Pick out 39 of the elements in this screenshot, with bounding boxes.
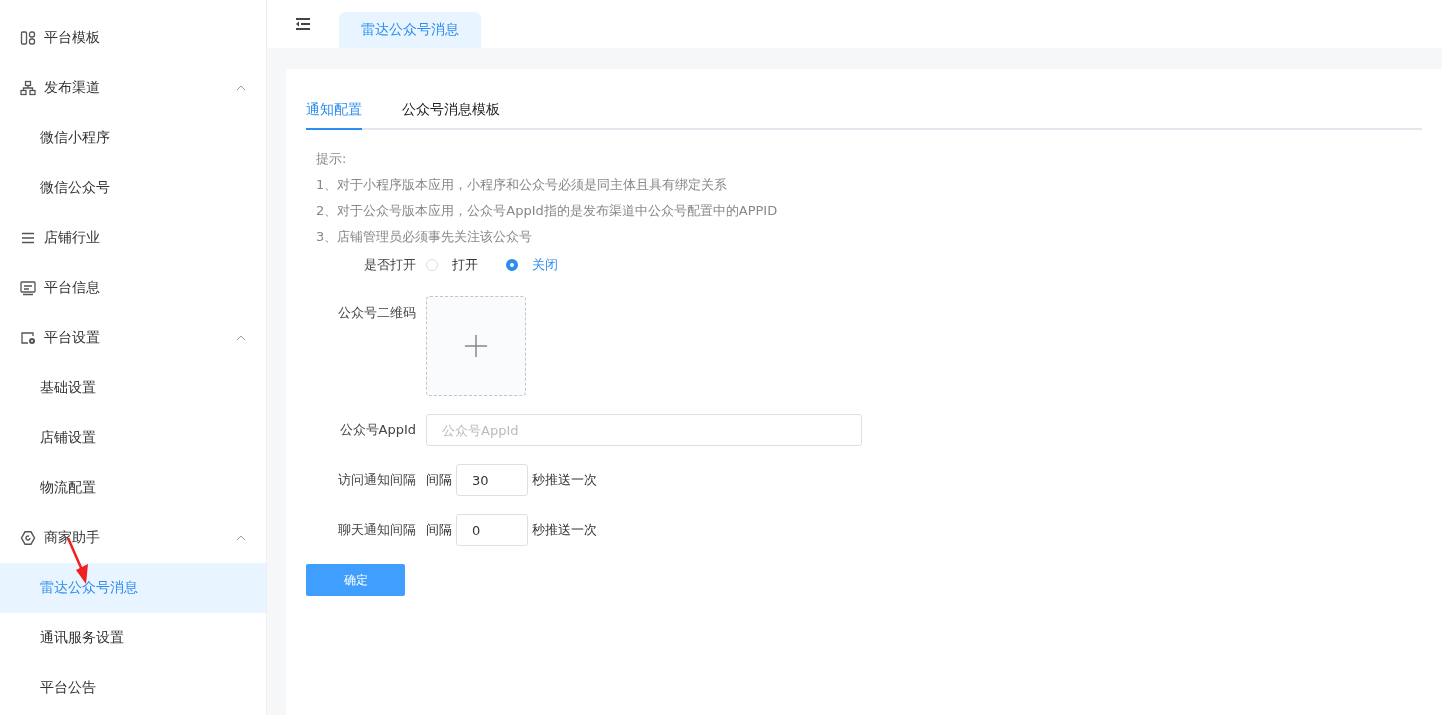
hexagon-icon xyxy=(20,530,36,546)
settings-icon xyxy=(20,330,36,346)
prefix-text: 间隔 xyxy=(426,521,452,539)
prefix-text: 间隔 xyxy=(426,471,452,489)
suffix-text: 秒推送一次 xyxy=(532,471,597,489)
input-field[interactable]: 公众号AppId xyxy=(426,414,862,446)
field-label: 是否打开 xyxy=(363,256,417,274)
tip-text: 3、店铺管理员必须事先关注该公众号 xyxy=(316,228,534,246)
monitor-icon xyxy=(20,280,36,296)
list-icon xyxy=(20,230,36,246)
sidebar-item[interactable]: 平台模板 xyxy=(0,13,266,63)
sidebar-item[interactable]: 店铺设置 xyxy=(0,413,266,463)
input-field[interactable]: 30 xyxy=(456,464,528,496)
sidebar-item[interactable]: 发布渠道 xyxy=(0,63,266,113)
sidebar-item[interactable]: 微信小程序 xyxy=(0,113,266,163)
radio-option[interactable]: 关闭 xyxy=(506,256,558,274)
menu-icon[interactable] xyxy=(295,17,311,31)
sidebar-item[interactable]: 平台设置 xyxy=(0,313,266,363)
tip-text: 2、对于公众号版本应用，公众号AppId指的是发布渠道中公众号配置中的APPID xyxy=(316,202,779,220)
input-field[interactable]: 0 xyxy=(456,514,528,546)
field-label: 聊天通知间隔 xyxy=(337,521,417,539)
hierarchy-icon xyxy=(20,80,36,96)
field-label: 公众号二维码 xyxy=(337,304,417,322)
field-label: 访问通知间隔 xyxy=(337,471,417,489)
tip-text: 提示: xyxy=(316,150,348,168)
tab[interactable]: 公众号消息模板 xyxy=(402,97,500,128)
layout-icon xyxy=(20,30,36,46)
suffix-text: 秒推送一次 xyxy=(532,521,597,539)
field-label: 公众号AppId xyxy=(338,421,417,439)
tab[interactable]: 通知配置 xyxy=(306,97,362,130)
sidebar-item[interactable]: 平台信息 xyxy=(0,263,266,313)
sidebar-item[interactable]: 基础设置 xyxy=(0,363,266,413)
radio-option[interactable]: 打开 xyxy=(426,256,478,274)
sidebar-item[interactable]: 店铺行业 xyxy=(0,213,266,263)
sidebar-item[interactable]: 微信公众号 xyxy=(0,163,266,213)
sidebar-item[interactable]: 平台公告 xyxy=(0,663,266,713)
sidebar-item[interactable]: 通讯服务设置 xyxy=(0,613,266,663)
tip-text: 1、对于小程序版本应用，小程序和公众号必须是同主体且具有绑定关系 xyxy=(316,176,729,194)
sidebar-item[interactable]: 物流配置 xyxy=(0,463,266,513)
